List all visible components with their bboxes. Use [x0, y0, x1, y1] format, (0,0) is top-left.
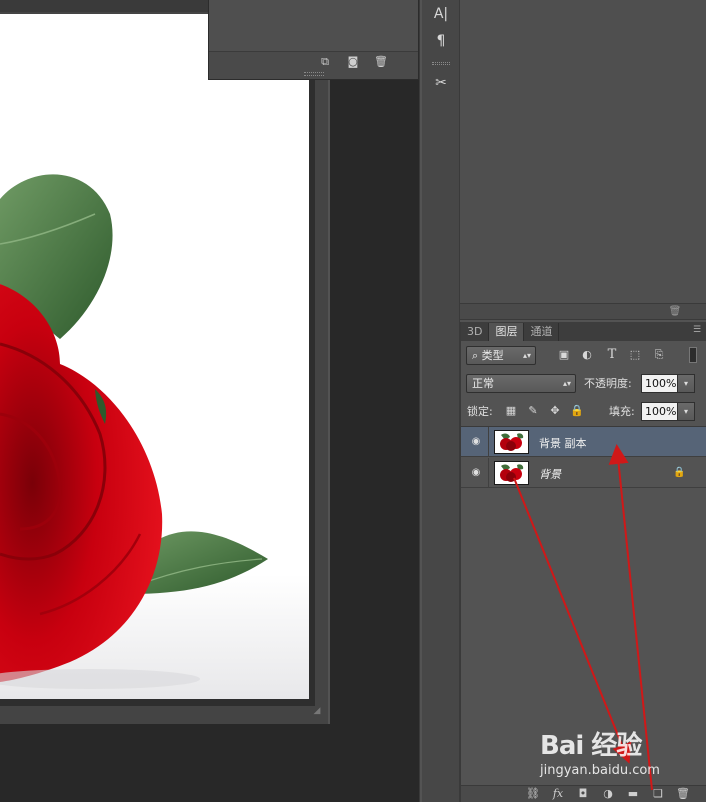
- filter-toggle-switch[interactable]: [689, 347, 697, 363]
- lock-label: 锁定:: [467, 405, 493, 418]
- lock-move-icon[interactable]: ✥: [547, 403, 563, 419]
- rose-thumbnail: [495, 431, 528, 453]
- adjustment-filter-icon[interactable]: ◐: [579, 347, 595, 363]
- layers-panel-footer: ⛓ fx ◘ ◑ ▬ ❏ 🗑: [461, 785, 706, 802]
- chevron-updown-icon: ▴▾: [562, 378, 571, 388]
- visibility-column: [488, 427, 489, 457]
- layer-row-background[interactable]: ◉ 背景 🔒: [461, 458, 706, 488]
- opacity-input[interactable]: 100%: [641, 373, 678, 393]
- search-icon: ⌕: [472, 348, 482, 362]
- blend-mode-select[interactable]: 正常 ▴▾: [466, 373, 576, 393]
- rose-thumbnail: [495, 462, 528, 484]
- canvas-shadow: [309, 20, 315, 706]
- tool-presets-icon[interactable]: ✂: [430, 72, 452, 94]
- document-workspace: ◢ ⧉ ◙ 🗑: [0, 0, 419, 802]
- layer-filter-row: ⌕ 类型 ▴▾ ▣ ◐ T ⬚ ⎘: [461, 345, 706, 365]
- opacity-dropdown-icon[interactable]: ▾: [678, 373, 695, 393]
- trash-icon[interactable]: 🗑: [374, 56, 388, 68]
- layer-row-background-copy[interactable]: ◉ 背景 副本: [461, 427, 706, 457]
- fill-label: 填充:: [609, 405, 635, 418]
- panel-icon-strip: A| ¶ ✂: [419, 0, 460, 802]
- fill-dropdown-icon[interactable]: ▾: [678, 401, 695, 421]
- history-panel: ⧉ ◙ 🗑: [208, 0, 419, 80]
- lock-row: 锁定: ▦ ✎ ✥ 🔒 填充: 100% ▾: [461, 401, 706, 421]
- paragraph-panel-icon[interactable]: ¶: [430, 30, 452, 52]
- eye-icon[interactable]: ◉: [469, 466, 483, 480]
- opacity-label: 不透明度:: [584, 377, 632, 390]
- tab-3d[interactable]: 3D: [461, 323, 490, 341]
- delete-layer-icon[interactable]: 🗑: [675, 787, 691, 801]
- tab-layers[interactable]: 图层: [489, 323, 525, 341]
- image-filter-icon[interactable]: ▣: [556, 347, 572, 363]
- upper-panel: 🗑: [460, 0, 706, 320]
- canvas-bottom-shadow: [0, 699, 315, 706]
- visibility-column: [488, 458, 489, 488]
- adjustment-layer-icon[interactable]: ◑: [600, 787, 616, 801]
- layers-panel: 3D 图层 通道 ☰ ⌕ 类型 ▴▾ ▣ ◐ T ⬚ ⎘ 正常 ▴▾ 不透明度:: [460, 322, 706, 802]
- fill-input[interactable]: 100%: [641, 401, 678, 421]
- layer-name[interactable]: 背景: [539, 466, 561, 482]
- right-panel-column: 🗑 3D 图层 通道 ☰ ⌕ 类型 ▴▾ ▣ ◐ T ⬚ ⎘ 正常 ▴▾ 不透明…: [460, 0, 706, 802]
- image-canvas[interactable]: [0, 14, 309, 699]
- layer-thumbnail: [494, 461, 529, 485]
- history-panel-body: [209, 0, 418, 52]
- smart-object-filter-icon[interactable]: ⎘: [651, 347, 667, 363]
- lock-icon: 🔒: [673, 467, 686, 478]
- lock-all-icon[interactable]: 🔒: [569, 403, 585, 419]
- lock-brush-icon[interactable]: ✎: [525, 403, 541, 419]
- character-panel-icon[interactable]: A|: [430, 3, 452, 25]
- resize-grip-icon[interactable]: ◢: [310, 704, 324, 718]
- tab-channels[interactable]: 通道: [524, 323, 560, 341]
- document-window: ◢: [0, 0, 330, 724]
- upper-panel-footer: 🗑: [460, 303, 706, 319]
- shape-filter-icon[interactable]: ⬚: [627, 347, 643, 363]
- type-filter-icon[interactable]: T: [604, 347, 620, 363]
- filter-kind-select[interactable]: ⌕ 类型 ▴▾: [466, 345, 536, 365]
- fx-icon[interactable]: fx: [550, 787, 566, 801]
- camera-icon[interactable]: ◙: [346, 56, 360, 68]
- chevron-updown-icon: ▴▾: [522, 350, 531, 360]
- rose-photo: [0, 174, 309, 699]
- layer-name[interactable]: 背景 副本: [539, 435, 587, 451]
- layer-thumbnail: [494, 430, 529, 454]
- history-panel-footer: ⧉ ◙ 🗑: [209, 53, 418, 71]
- panel-icon-strip-inner: A| ¶ ✂: [422, 0, 459, 802]
- panel-grip[interactable]: [304, 72, 324, 76]
- link-layers-icon[interactable]: ⛓: [525, 787, 541, 801]
- panel-menu-icon[interactable]: ☰: [691, 325, 703, 335]
- blend-row: 正常 ▴▾ 不透明度: 100% ▾: [461, 373, 706, 393]
- layers-panel-tabs: 3D 图层 通道 ☰: [461, 322, 706, 341]
- lock-transparent-icon[interactable]: ▦: [503, 403, 519, 419]
- blend-mode-value: 正常: [472, 376, 494, 390]
- trash-icon[interactable]: 🗑: [668, 305, 682, 318]
- new-snapshot-icon[interactable]: ⧉: [318, 56, 332, 68]
- strip-separator: [432, 62, 450, 65]
- eye-icon[interactable]: ◉: [469, 435, 483, 449]
- layer-list: ◉ 背景 副本 ◉ 背景 🔒: [461, 426, 706, 488]
- new-group-icon[interactable]: ▬: [625, 787, 641, 801]
- new-layer-icon[interactable]: ❏: [650, 787, 666, 801]
- add-mask-icon[interactable]: ◘: [575, 787, 591, 801]
- filter-kind-label: 类型: [481, 348, 504, 362]
